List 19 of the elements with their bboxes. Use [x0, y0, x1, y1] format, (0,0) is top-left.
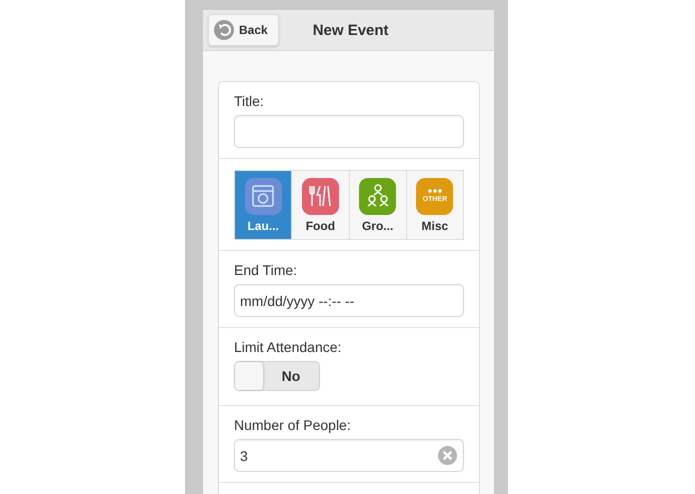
clear-icon[interactable] — [438, 446, 457, 465]
page-title: New Event — [312, 22, 389, 38]
back-button[interactable]: Back — [208, 14, 279, 46]
field-label: Number of People: — [234, 417, 352, 433]
field-label: Limit Attendance: — [234, 339, 342, 355]
washing-machine-icon — [251, 184, 276, 208]
title-field[interactable] — [234, 115, 464, 148]
datetime-field[interactable]: mm/dd/yyyy --:-- -- — [234, 284, 464, 317]
toggle-switch[interactable]: No — [234, 361, 320, 391]
cutlery-icon — [307, 184, 334, 208]
people-icon — [366, 184, 389, 208]
back-icon — [214, 20, 234, 40]
category-button[interactable]: Lau... — [235, 171, 292, 239]
dots-icon — [428, 189, 442, 193]
category-button[interactable]: Food — [291, 171, 348, 239]
number-field[interactable]: 3 — [234, 439, 464, 472]
category-button[interactable]: Gro... — [348, 171, 406, 239]
field-label: End Time: — [234, 262, 298, 278]
field-label: Title: — [234, 93, 265, 109]
